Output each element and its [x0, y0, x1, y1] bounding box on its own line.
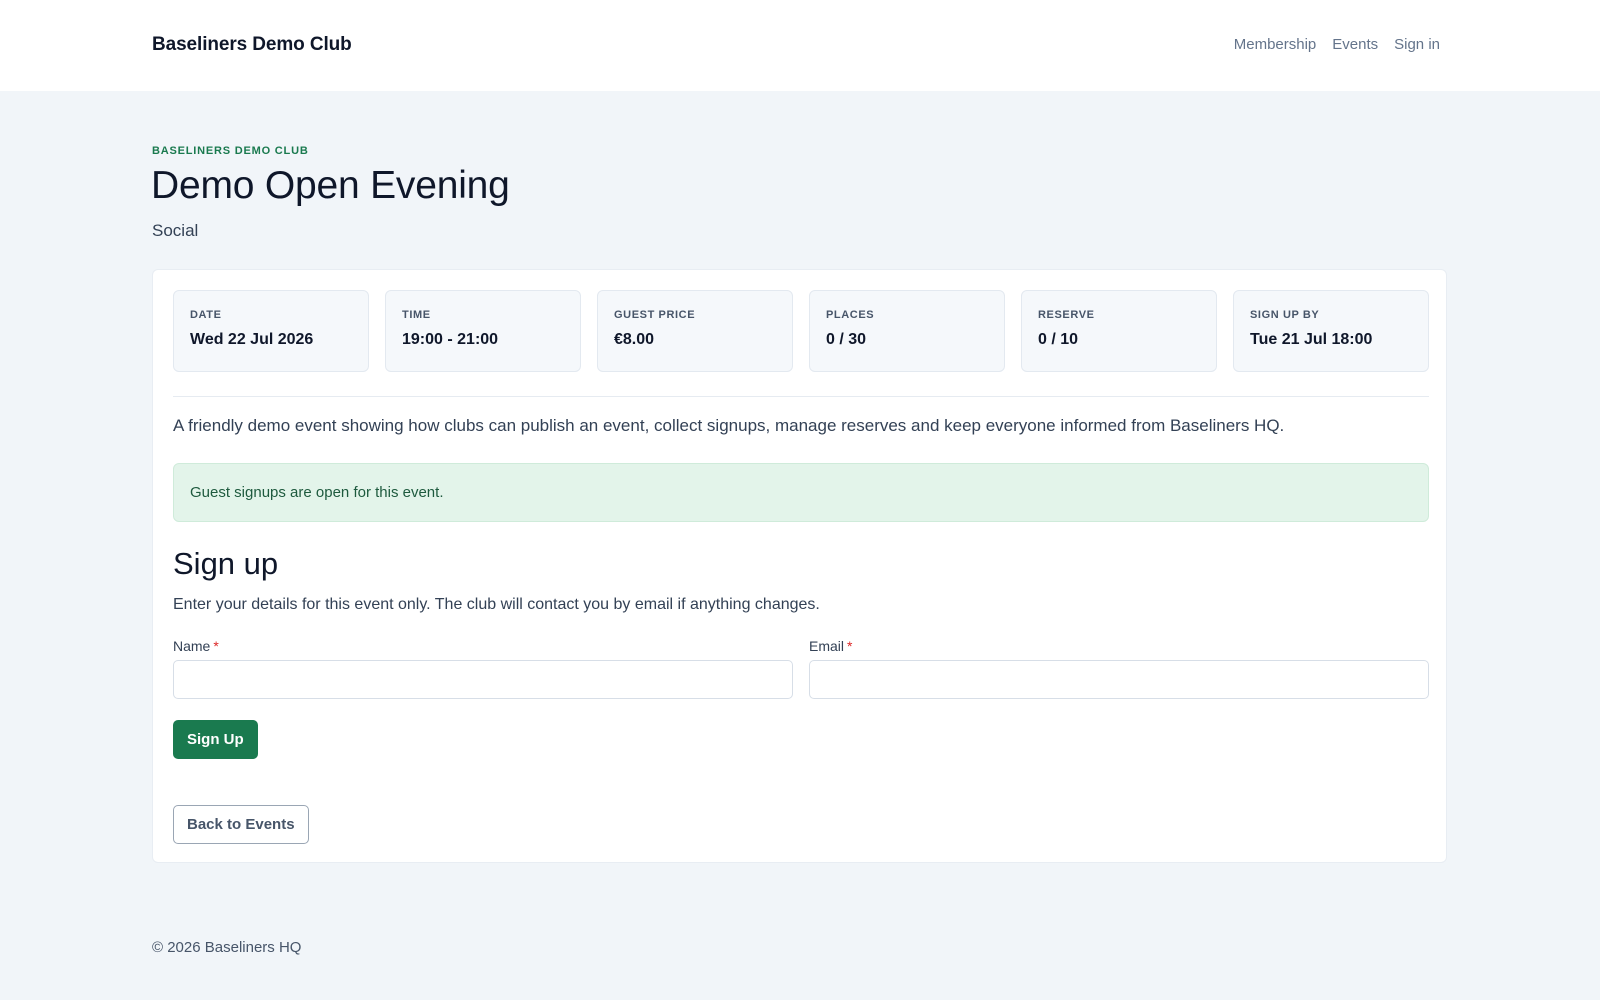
club-eyebrow: Baseliners Demo Club: [152, 145, 309, 157]
email-input[interactable]: [809, 660, 1429, 699]
stat-label: Date: [190, 309, 222, 321]
name-field-group: Name *: [173, 638, 793, 699]
sign-up-button[interactable]: Sign Up: [173, 720, 258, 759]
stat-date: Date Wed 22 Jul 2026: [173, 290, 369, 372]
stat-value: Wed 22 Jul 2026: [190, 331, 314, 348]
page-title: Demo Open Evening: [151, 164, 510, 207]
event-description: A friendly demo event showing how clubs …: [173, 416, 1285, 435]
nav-link-events[interactable]: Events: [1332, 36, 1378, 53]
nav-link-membership[interactable]: Membership: [1234, 36, 1317, 53]
stat-label: Reserve: [1038, 309, 1095, 321]
name-label: Name: [173, 638, 211, 654]
divider: [173, 396, 1429, 397]
stat-label: Time: [402, 309, 431, 321]
brand-logo-link[interactable]: Baseliners Demo Club: [152, 34, 352, 56]
stat-value: €8.00: [614, 331, 655, 348]
stat-label: Places: [826, 309, 875, 321]
nav-link-sign-in[interactable]: Sign in: [1394, 36, 1440, 53]
stat-value: 0 / 30: [826, 331, 867, 348]
stat-places: Places 0 / 30: [809, 290, 1005, 372]
stat-sign-up-by: Sign up by Tue 21 Jul 18:00: [1233, 290, 1429, 372]
site-header: Baseliners Demo Club Membership Events S…: [0, 0, 1600, 91]
stat-value: Tue 21 Jul 18:00: [1250, 331, 1373, 348]
event-card: Date Wed 22 Jul 2026 Time 19:00 - 21:00 …: [152, 269, 1447, 863]
stat-label: Sign up by: [1250, 309, 1320, 321]
name-input[interactable]: [173, 660, 793, 699]
signup-status-alert: Guest signups are open for this event.: [173, 463, 1429, 522]
stat-guest-price: Guest Price €8.00: [597, 290, 793, 372]
footer-copyright: © 2026 Baseliners HQ: [152, 939, 302, 956]
event-category: Social: [152, 221, 199, 240]
signup-heading: Sign up: [173, 546, 279, 581]
stat-time: Time 19:00 - 21:00: [385, 290, 581, 372]
required-marker: *: [213, 638, 219, 654]
stat-value: 19:00 - 21:00: [402, 331, 499, 348]
main-nav: Membership Events Sign in: [1234, 36, 1440, 53]
email-label: Email: [809, 638, 845, 654]
stat-value: 0 / 10: [1038, 331, 1079, 348]
back-to-events-button[interactable]: Back to Events: [173, 805, 309, 844]
event-stats: Date Wed 22 Jul 2026 Time 19:00 - 21:00 …: [173, 290, 1429, 372]
required-marker: *: [847, 638, 853, 654]
stat-reserve: Reserve 0 / 10: [1021, 290, 1217, 372]
email-field-group: Email *: [809, 638, 1429, 699]
signup-description: Enter your details for this event only. …: [173, 596, 820, 613]
stat-label: Guest Price: [614, 309, 696, 321]
